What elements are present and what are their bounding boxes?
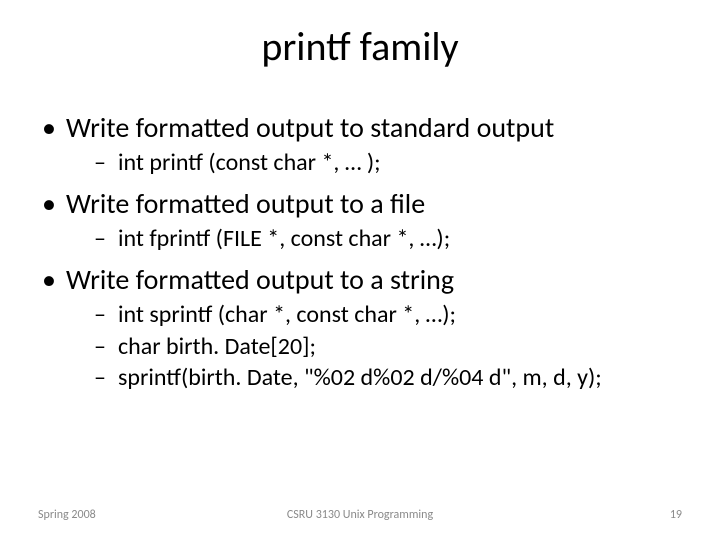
sub-text: int fprintf (FILE *, const char *, …); xyxy=(118,224,450,253)
bullet-text: Write formatted output to a file xyxy=(66,186,425,221)
sub-text: int printf (const char *, … ); xyxy=(118,148,381,177)
sub-text: sprintf(birth. Date, "%02 d%02 d/%04 d",… xyxy=(118,363,602,392)
sub-item: char birth. Date[20]; xyxy=(66,331,682,362)
sub-item: int printf (const char *, … ); xyxy=(66,147,682,178)
footer-course: CSRU 3130 Unix Programming xyxy=(38,508,682,522)
sub-text: char birth. Date[20]; xyxy=(118,332,316,361)
bullet-text: Write formatted output to a string xyxy=(66,262,454,297)
bullet-text: Write formatted output to standard outpu… xyxy=(66,110,554,145)
sub-text: int sprintf (char *, const char *, …); xyxy=(118,300,456,329)
sub-item: int fprintf (FILE *, const char *, …); xyxy=(66,223,682,254)
sub-list: int fprintf (FILE *, const char *, …); xyxy=(66,223,682,254)
slide-body: Write formatted output to standard outpu… xyxy=(38,110,682,401)
bullet-item: Write formatted output to standard outpu… xyxy=(38,110,682,178)
sub-list: int sprintf (char *, const char *, …); c… xyxy=(66,299,682,393)
slide-title: printf family xyxy=(0,22,720,71)
sub-item: int sprintf (char *, const char *, …); xyxy=(66,299,682,330)
bullet-item: Write formatted output to a string int s… xyxy=(38,262,682,393)
bullet-item: Write formatted output to a file int fpr… xyxy=(38,186,682,254)
sub-list: int printf (const char *, … ); xyxy=(66,147,682,178)
sub-item: sprintf(birth. Date, "%02 d%02 d/%04 d",… xyxy=(66,362,682,393)
bullet-list: Write formatted output to standard outpu… xyxy=(38,110,682,393)
footer-page-number: 19 xyxy=(670,508,682,522)
slide: printf family Write formatted output to … xyxy=(0,0,720,540)
